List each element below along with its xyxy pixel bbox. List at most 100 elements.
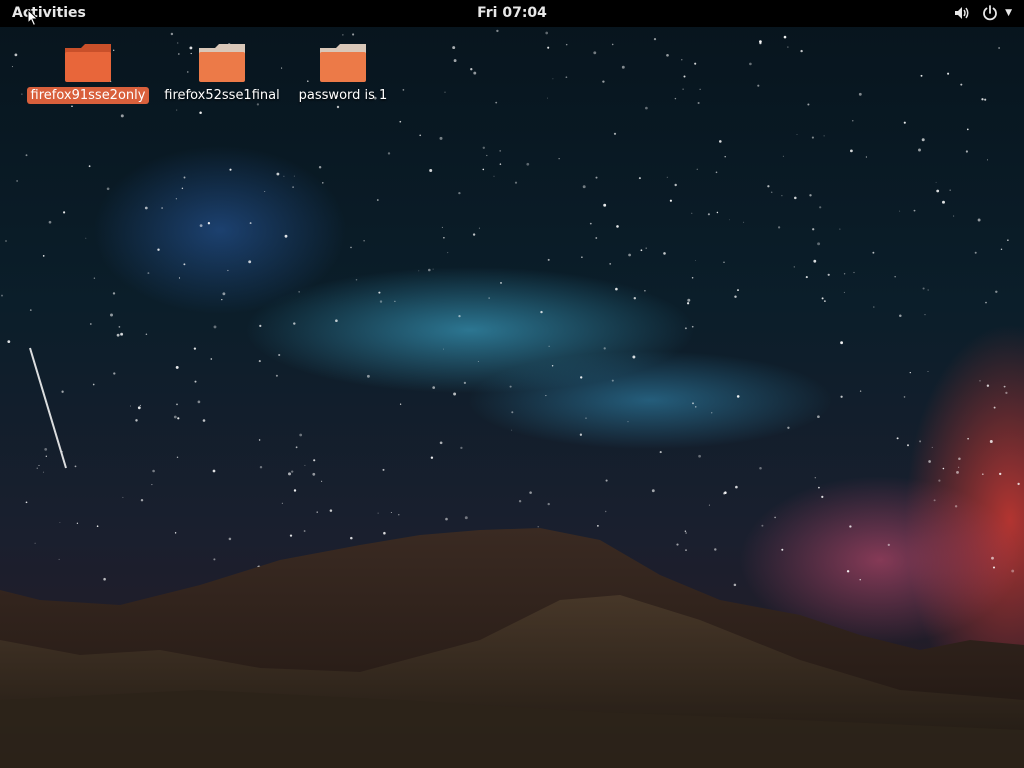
system-tray[interactable]: ▼ bbox=[953, 4, 1012, 22]
star bbox=[907, 444, 909, 447]
clock-button[interactable]: Fri 07:04 bbox=[452, 5, 572, 21]
star bbox=[736, 395, 740, 398]
star bbox=[221, 298, 223, 301]
star bbox=[299, 433, 303, 437]
star bbox=[616, 225, 619, 228]
star bbox=[812, 228, 815, 231]
star bbox=[685, 532, 687, 534]
star bbox=[5, 240, 7, 242]
star bbox=[645, 247, 647, 249]
star bbox=[967, 437, 969, 440]
star bbox=[919, 440, 922, 443]
star bbox=[723, 261, 725, 263]
star bbox=[913, 209, 916, 212]
star bbox=[840, 395, 843, 398]
star bbox=[482, 168, 485, 171]
star bbox=[85, 237, 87, 239]
star bbox=[488, 297, 490, 299]
star bbox=[363, 240, 365, 242]
star bbox=[366, 374, 370, 378]
star bbox=[74, 465, 77, 468]
star bbox=[281, 502, 283, 504]
star bbox=[34, 542, 36, 544]
star bbox=[774, 516, 776, 519]
star bbox=[1005, 391, 1008, 395]
star bbox=[977, 218, 981, 222]
star bbox=[44, 448, 48, 451]
star bbox=[473, 71, 477, 75]
desktop-folder[interactable]: password is 1 bbox=[278, 42, 408, 104]
star bbox=[283, 175, 285, 177]
star bbox=[63, 211, 66, 214]
desktop-folder[interactable]: firefox91sse2only bbox=[23, 42, 153, 104]
star bbox=[953, 215, 955, 217]
star bbox=[653, 37, 657, 41]
star bbox=[470, 68, 473, 71]
star bbox=[924, 313, 926, 316]
star bbox=[537, 526, 539, 528]
star bbox=[342, 34, 344, 36]
star bbox=[666, 53, 669, 57]
star bbox=[716, 211, 719, 214]
star bbox=[927, 289, 929, 291]
star bbox=[228, 537, 232, 541]
desktop-folder[interactable]: firefox52sse1final bbox=[157, 42, 287, 104]
star bbox=[724, 491, 727, 494]
star bbox=[176, 456, 179, 459]
star bbox=[995, 290, 998, 294]
star bbox=[207, 222, 211, 225]
star bbox=[691, 212, 693, 214]
star bbox=[735, 485, 738, 489]
star bbox=[335, 319, 338, 323]
desktop[interactable]: Activities Fri 07:04 ▼ firefox91sse2only bbox=[0, 0, 1024, 768]
star bbox=[336, 105, 340, 109]
star bbox=[589, 222, 592, 225]
star bbox=[194, 380, 197, 383]
star bbox=[1017, 482, 1020, 486]
star bbox=[379, 300, 383, 303]
star bbox=[291, 470, 294, 473]
star bbox=[985, 301, 987, 304]
chevron-down-icon[interactable]: ▼ bbox=[1005, 8, 1012, 18]
star bbox=[666, 176, 668, 178]
star bbox=[684, 530, 687, 533]
star bbox=[759, 467, 762, 470]
volume-icon[interactable] bbox=[953, 4, 971, 22]
star bbox=[986, 384, 990, 387]
star bbox=[603, 203, 607, 207]
star bbox=[615, 287, 618, 291]
star bbox=[293, 489, 297, 492]
star bbox=[960, 83, 963, 86]
star bbox=[352, 33, 355, 36]
star bbox=[42, 255, 45, 257]
star bbox=[399, 120, 402, 123]
star bbox=[807, 103, 810, 106]
star bbox=[135, 419, 138, 422]
star bbox=[36, 467, 38, 469]
star bbox=[92, 383, 95, 386]
star bbox=[696, 168, 698, 170]
activities-button[interactable]: Activities bbox=[12, 5, 86, 21]
star bbox=[632, 355, 636, 359]
star bbox=[734, 295, 737, 298]
star bbox=[548, 345, 550, 347]
star bbox=[840, 341, 844, 345]
star bbox=[992, 566, 996, 569]
star bbox=[458, 314, 461, 318]
star bbox=[633, 297, 636, 300]
star bbox=[896, 437, 899, 440]
star bbox=[692, 402, 694, 405]
star bbox=[399, 403, 402, 405]
star bbox=[110, 313, 113, 317]
star bbox=[144, 206, 148, 210]
star bbox=[565, 43, 568, 46]
star bbox=[295, 446, 298, 449]
star bbox=[714, 548, 717, 551]
star bbox=[213, 558, 216, 561]
star bbox=[782, 155, 784, 157]
star bbox=[794, 196, 797, 200]
star bbox=[174, 532, 177, 534]
star bbox=[761, 524, 764, 527]
power-icon[interactable] bbox=[981, 4, 999, 22]
star bbox=[499, 163, 502, 165]
